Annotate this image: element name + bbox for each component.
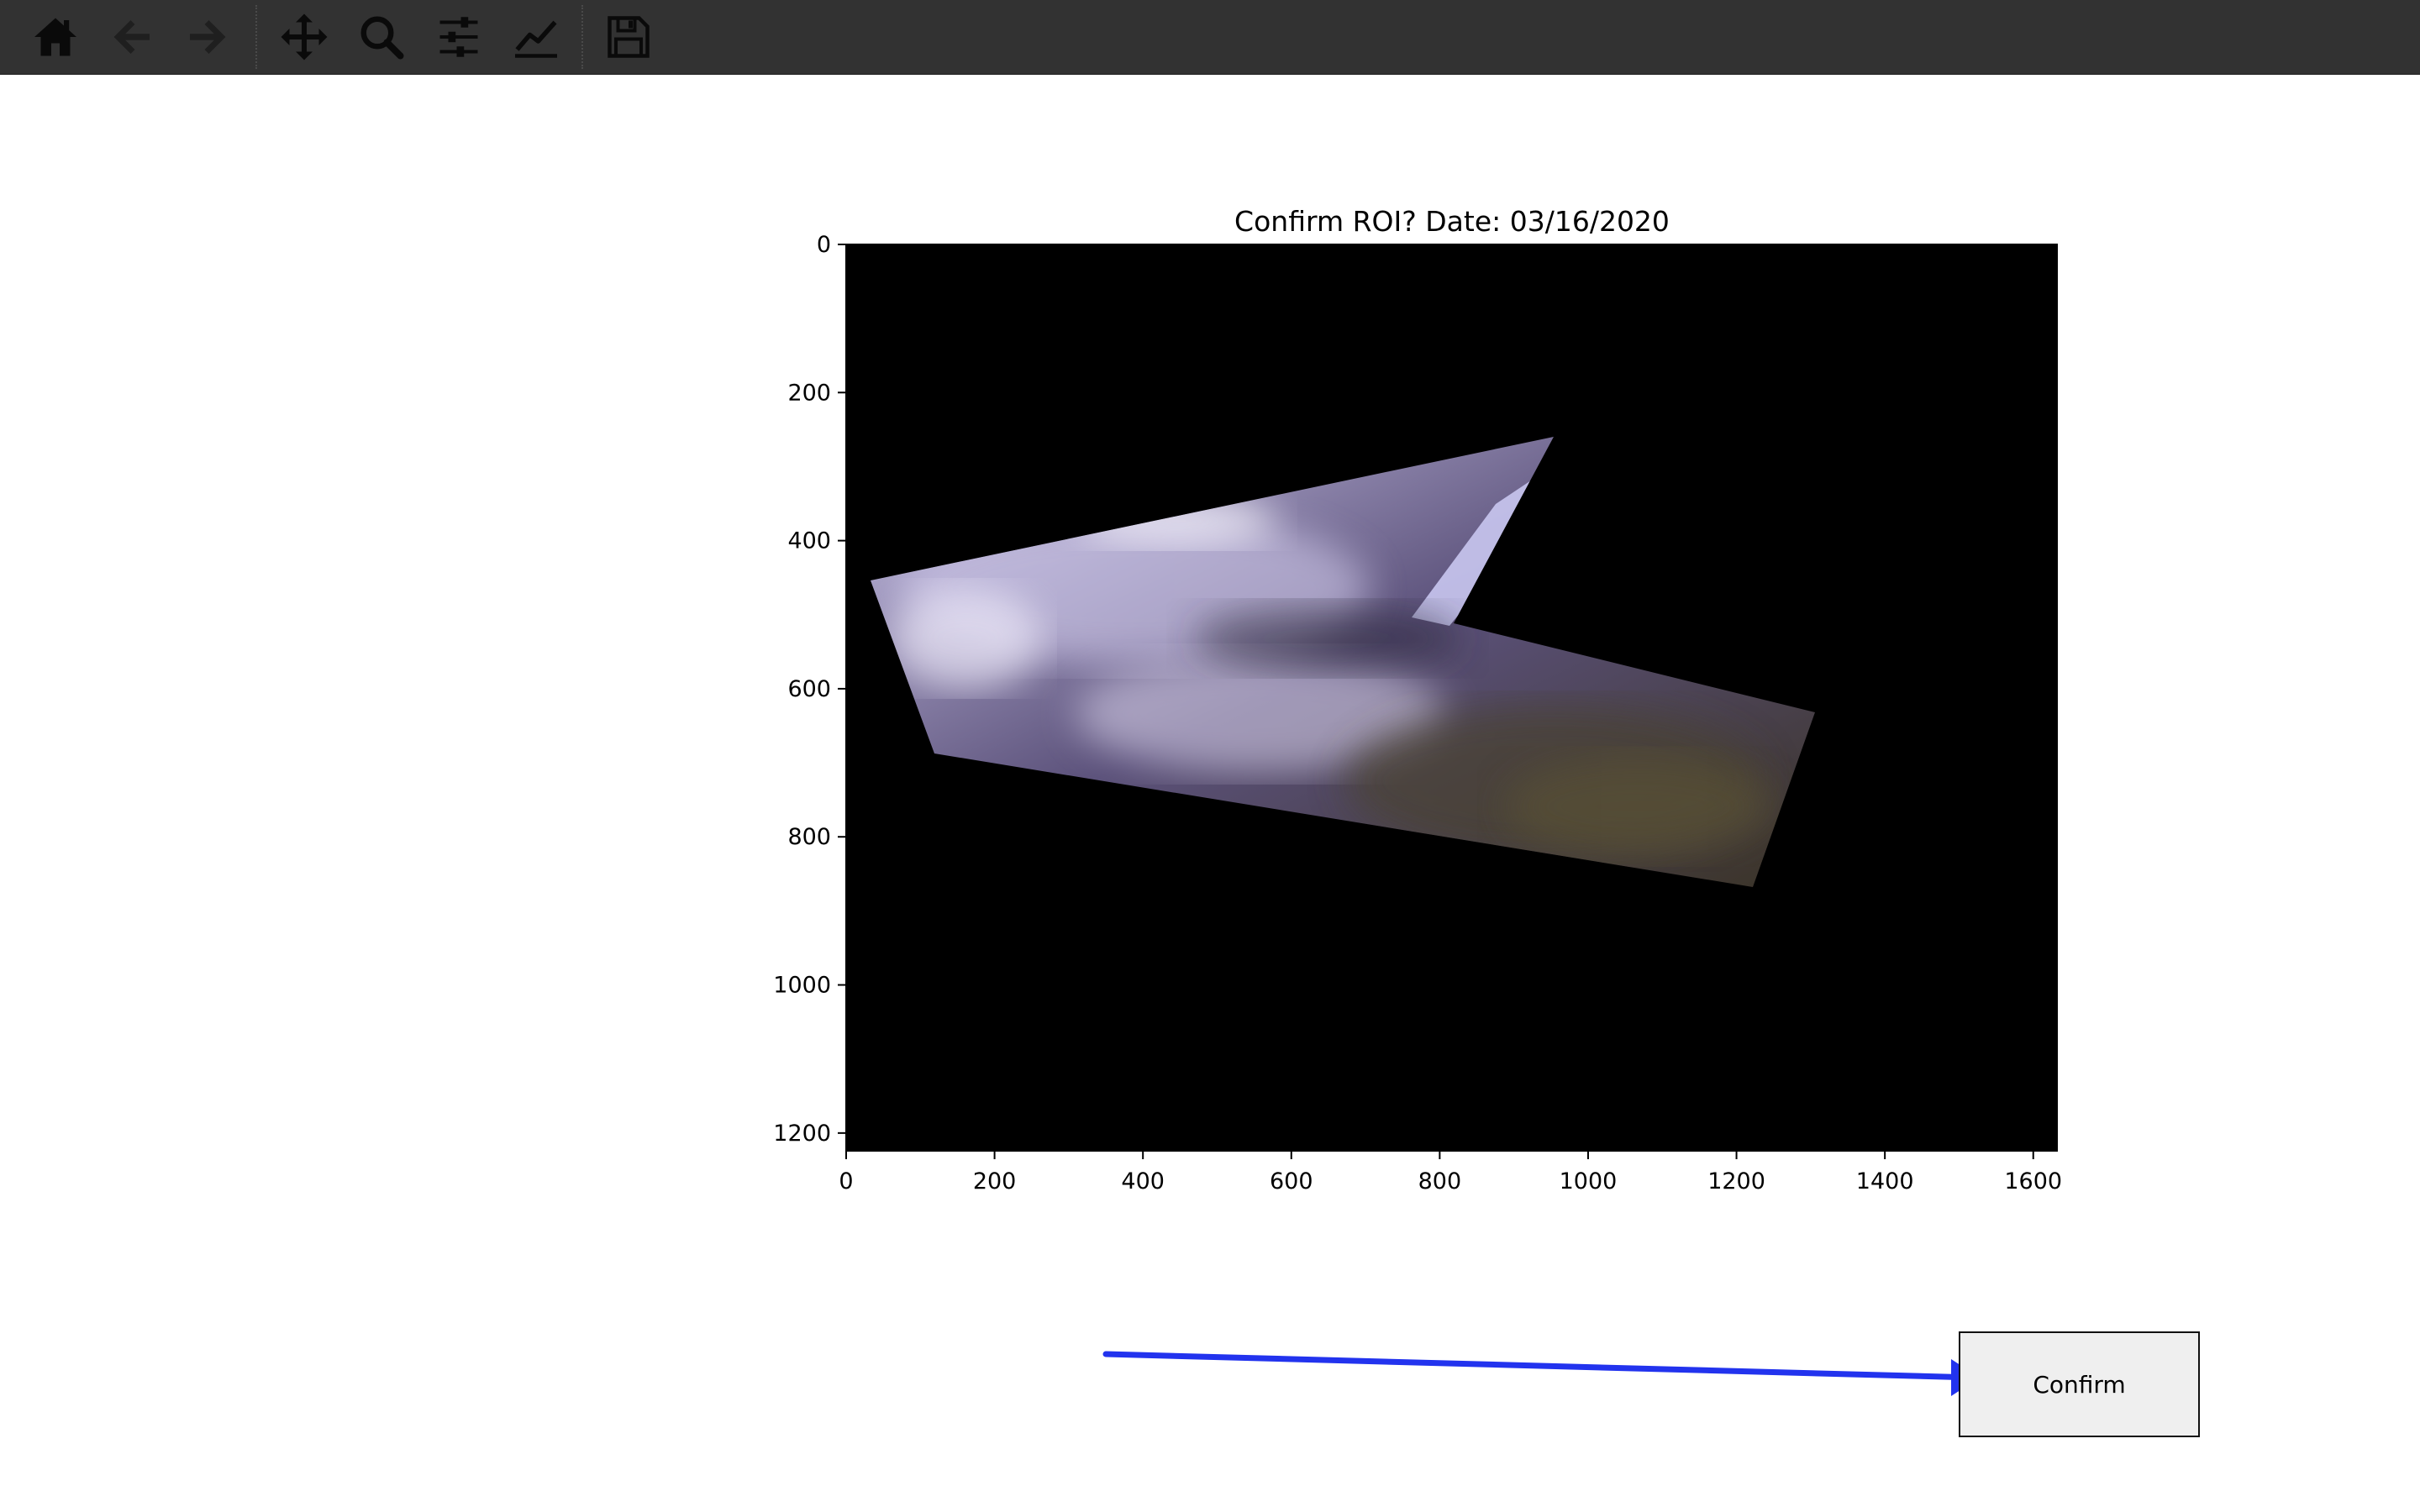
y-tick-label: 200 <box>787 380 831 406</box>
pan-button[interactable] <box>276 8 333 66</box>
zoom-button[interactable] <box>353 8 410 66</box>
plot-title: Confirm ROI? Date: 03/16/2020 <box>1234 205 1670 238</box>
forward-icon <box>190 20 226 54</box>
x-tick-label: 800 <box>1418 1168 1462 1194</box>
x-tick-label: 1000 <box>1560 1168 1618 1194</box>
y-tick-label: 600 <box>787 676 831 702</box>
subplots-button[interactable] <box>430 8 487 66</box>
forward-button[interactable] <box>178 8 235 66</box>
y-tick-label: 800 <box>787 824 831 850</box>
y-tick-label: 400 <box>787 528 831 554</box>
x-tick-label: 1600 <box>2004 1168 2062 1194</box>
x-tick-label: 200 <box>973 1168 1017 1194</box>
y-tick-label: 1200 <box>773 1121 831 1147</box>
save-button[interactable] <box>600 8 657 66</box>
navigation-toolbar <box>0 0 2420 75</box>
x-axis: 0 200 400 600 800 1000 1200 1400 1600 <box>839 1151 2062 1194</box>
confirm-button[interactable]: Confirm <box>1959 1331 2200 1437</box>
home-icon <box>34 18 76 56</box>
subplots-icon <box>439 17 478 57</box>
x-tick-label: 1200 <box>1707 1168 1765 1194</box>
figure-canvas: Confirm ROI? Date: 03/16/2020 0 200 400 600… <box>0 75 2420 1512</box>
toolbar-separator <box>255 5 257 69</box>
pan-icon <box>281 13 328 60</box>
confirm-button-label: Confirm <box>2033 1370 2126 1399</box>
edit-curve-icon <box>515 20 557 58</box>
x-tick-label: 600 <box>1270 1168 1313 1194</box>
plot-area[interactable]: Confirm ROI? Date: 03/16/2020 0 200 400 600… <box>0 75 2420 1512</box>
arrow-annotation <box>1102 1351 1980 1396</box>
x-tick-label: 1400 <box>1856 1168 1914 1194</box>
y-axis: 0 200 400 600 800 1000 1200 <box>773 232 846 1147</box>
edit-curve-button[interactable] <box>508 8 565 66</box>
toolbar-separator <box>581 5 583 69</box>
y-tick-label: 1000 <box>773 973 831 999</box>
back-icon <box>113 20 150 54</box>
x-tick-label: 400 <box>1121 1168 1165 1194</box>
y-tick-label: 0 <box>817 232 831 258</box>
x-tick-label: 0 <box>839 1168 853 1194</box>
back-button[interactable] <box>104 8 161 66</box>
zoom-icon <box>360 16 404 60</box>
save-icon <box>608 16 650 58</box>
home-button[interactable] <box>27 8 84 66</box>
